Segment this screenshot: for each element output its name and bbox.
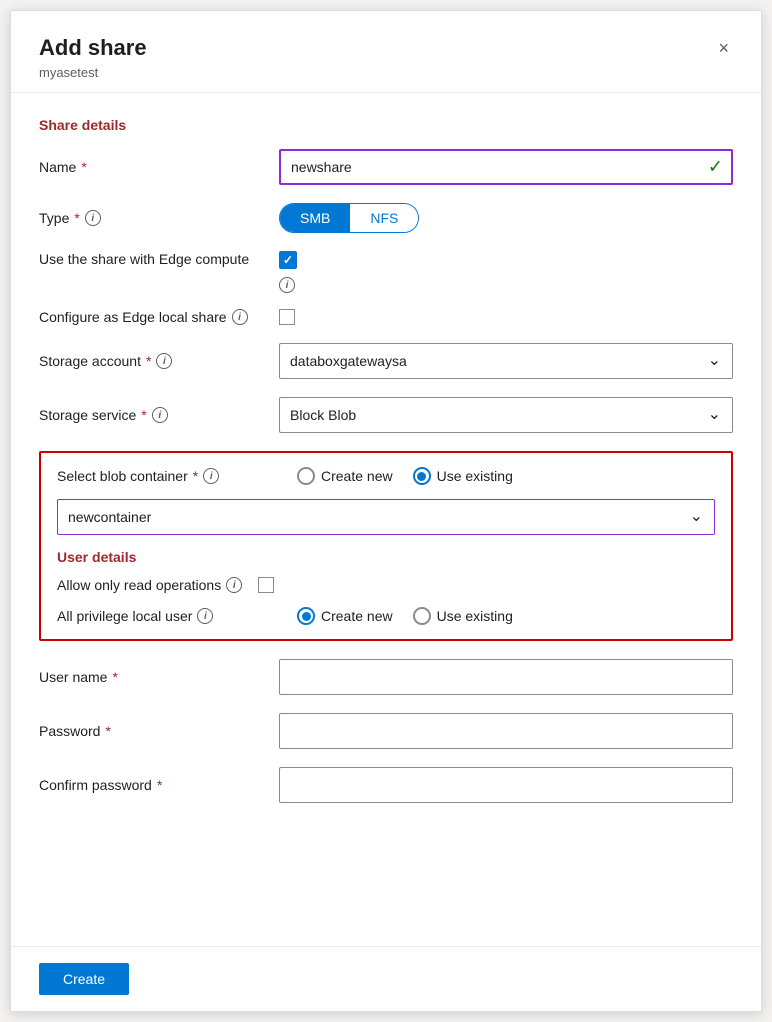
- header-text-group: Add share myasetest: [39, 35, 147, 80]
- type-toggle: SMB NFS: [279, 203, 419, 233]
- username-input-wrapper: [279, 659, 733, 695]
- user-details-label: User details: [57, 549, 715, 565]
- username-input[interactable]: [279, 659, 733, 695]
- all-privilege-radio-group: Create new Use existing: [297, 607, 513, 625]
- dialog-title: Add share: [39, 35, 147, 61]
- blob-use-existing-radio[interactable]: [413, 467, 431, 485]
- confirm-password-input-wrapper: [279, 767, 733, 803]
- username-row: User name *: [39, 659, 733, 695]
- close-button[interactable]: ×: [714, 35, 733, 61]
- type-info-icon[interactable]: i: [85, 210, 101, 226]
- type-required-star: *: [74, 210, 79, 226]
- blob-container-row: Select blob container * i Create new Use…: [57, 467, 715, 485]
- all-privilege-row: All privilege local user i Create new Us…: [57, 607, 715, 625]
- storage-account-info-icon[interactable]: i: [156, 353, 172, 369]
- storage-account-label: Storage account * i: [39, 353, 279, 369]
- name-input[interactable]: [279, 149, 733, 185]
- allow-read-info-icon[interactable]: i: [226, 577, 242, 593]
- edge-compute-label: Use the share with Edge compute: [39, 251, 279, 267]
- name-row: Name * ✓: [39, 149, 733, 185]
- blob-required-star: *: [193, 468, 198, 484]
- blob-container-label: Select blob container * i: [57, 468, 297, 484]
- username-label: User name *: [39, 669, 279, 685]
- dialog-body: Share details Name * ✓ Type * i SMB NF: [11, 93, 761, 946]
- create-button[interactable]: Create: [39, 963, 129, 995]
- edge-compute-checkbox[interactable]: [279, 251, 297, 269]
- allow-read-checkbox[interactable]: [258, 577, 274, 593]
- blob-container-radio-group: Create new Use existing: [297, 467, 513, 485]
- edge-compute-info-icon[interactable]: i: [279, 277, 295, 293]
- edge-compute-info-subrow: i: [39, 277, 733, 293]
- privilege-create-new-radio[interactable]: [297, 607, 315, 625]
- storage-service-dropdown-wrapper: Block Blob: [279, 397, 733, 433]
- storage-account-dropdown[interactable]: databoxgatewaysa: [279, 343, 733, 379]
- all-privilege-info-icon[interactable]: i: [197, 608, 213, 624]
- edge-compute-checkbox-wrapper: [279, 251, 297, 269]
- storage-account-required-star: *: [146, 353, 151, 369]
- password-required-star: *: [105, 723, 110, 739]
- blob-create-new-label: Create new: [321, 468, 393, 484]
- allow-read-row: Allow only read operations i: [57, 577, 715, 593]
- smb-option[interactable]: SMB: [280, 204, 350, 232]
- password-row: Password *: [39, 713, 733, 749]
- type-toggle-group: SMB NFS: [279, 203, 733, 233]
- confirm-password-required-star: *: [157, 777, 162, 793]
- all-privilege-label: All privilege local user i: [57, 608, 297, 624]
- privilege-use-existing-option[interactable]: Use existing: [413, 607, 513, 625]
- name-required-star: *: [81, 159, 86, 175]
- blob-info-icon[interactable]: i: [203, 468, 219, 484]
- privilege-create-new-option[interactable]: Create new: [297, 607, 393, 625]
- privilege-use-existing-label: Use existing: [437, 608, 513, 624]
- blob-create-new-radio[interactable]: [297, 467, 315, 485]
- type-row: Type * i SMB NFS: [39, 203, 733, 233]
- confirm-password-row: Confirm password *: [39, 767, 733, 803]
- nfs-option[interactable]: NFS: [350, 204, 418, 232]
- add-share-dialog: Add share myasetest × Share details Name…: [10, 10, 762, 1012]
- storage-account-dropdown-wrapper: databoxgatewaysa: [279, 343, 733, 379]
- password-input-wrapper: [279, 713, 733, 749]
- blob-use-existing-label: Use existing: [437, 468, 513, 484]
- username-required-star: *: [112, 669, 117, 685]
- dialog-header: Add share myasetest ×: [11, 11, 761, 93]
- edge-compute-row: Use the share with Edge compute: [39, 251, 733, 269]
- dialog-subtitle: myasetest: [39, 65, 147, 80]
- storage-service-row: Storage service * i Block Blob: [39, 397, 733, 433]
- type-label: Type * i: [39, 210, 279, 226]
- storage-account-row: Storage account * i databoxgatewaysa: [39, 343, 733, 379]
- privilege-use-existing-radio[interactable]: [413, 607, 431, 625]
- privilege-create-new-label: Create new: [321, 608, 393, 624]
- storage-service-dropdown[interactable]: Block Blob: [279, 397, 733, 433]
- storage-service-info-icon[interactable]: i: [152, 407, 168, 423]
- edge-local-row: Configure as Edge local share i: [39, 309, 733, 325]
- edge-local-label: Configure as Edge local share i: [39, 309, 279, 325]
- storage-service-label: Storage service * i: [39, 407, 279, 423]
- container-dropdown-row: newcontainer: [57, 499, 715, 535]
- password-label: Password *: [39, 723, 279, 739]
- container-dropdown[interactable]: newcontainer: [57, 499, 715, 535]
- share-details-section-label: Share details: [39, 117, 733, 133]
- blob-create-new-option[interactable]: Create new: [297, 467, 393, 485]
- name-label: Name *: [39, 159, 279, 175]
- password-input[interactable]: [279, 713, 733, 749]
- dialog-footer: Create: [11, 946, 761, 1011]
- container-dropdown-wrapper: newcontainer: [57, 499, 715, 535]
- blob-use-existing-option[interactable]: Use existing: [413, 467, 513, 485]
- allow-read-label: Allow only read operations i: [57, 577, 242, 593]
- edge-local-checkbox[interactable]: [279, 309, 295, 325]
- confirm-password-input[interactable]: [279, 767, 733, 803]
- confirm-password-label: Confirm password *: [39, 777, 279, 793]
- name-input-wrapper: ✓: [279, 149, 733, 185]
- storage-service-required-star: *: [141, 407, 146, 423]
- edge-local-info-icon[interactable]: i: [232, 309, 248, 325]
- name-valid-icon: ✓: [708, 157, 723, 178]
- highlighted-section: Select blob container * i Create new Use…: [39, 451, 733, 641]
